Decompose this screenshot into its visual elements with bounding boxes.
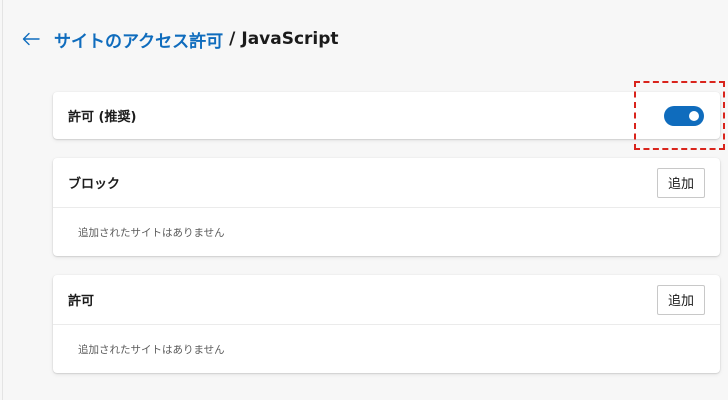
allow-toggle-label: 許可 (推奨) xyxy=(68,110,137,125)
block-section: ブロック 追加 追加されたサイトはありません xyxy=(53,158,720,256)
breadcrumb-site-permissions[interactable]: サイトのアクセス許可 xyxy=(54,27,223,52)
back-button[interactable] xyxy=(20,28,42,50)
allow-section-title: 許可 xyxy=(68,294,95,309)
page-header: サイトのアクセス許可 / JavaScript xyxy=(20,26,339,52)
block-section-title: ブロック xyxy=(68,177,121,192)
block-section-header: ブロック 追加 xyxy=(53,158,720,208)
block-empty-message: 追加されたサイトはありません xyxy=(78,226,225,239)
breadcrumb: サイトのアクセス許可 / JavaScript xyxy=(54,27,339,52)
allow-empty-message: 追加されたサイトはありません xyxy=(78,343,225,356)
divider xyxy=(2,0,3,400)
allow-section: 許可 追加 追加されたサイトはありません xyxy=(53,275,720,373)
toggle-knob xyxy=(689,110,699,121)
javascript-allow-toggle[interactable] xyxy=(664,105,704,126)
allow-add-button[interactable]: 追加 xyxy=(656,284,705,315)
block-add-button[interactable]: 追加 xyxy=(656,167,705,198)
page-title: JavaScript xyxy=(241,29,339,49)
arrow-left-icon xyxy=(22,32,40,46)
breadcrumb-separator: / xyxy=(229,29,236,49)
allow-section-header: 許可 追加 xyxy=(53,275,720,325)
allow-toggle-card: 許可 (推奨) xyxy=(53,92,720,139)
settings-page: サイトのアクセス許可 / JavaScript 許可 (推奨) ブロック 追加 … xyxy=(0,0,728,400)
allow-toggle-row: 許可 (推奨) xyxy=(53,92,720,139)
